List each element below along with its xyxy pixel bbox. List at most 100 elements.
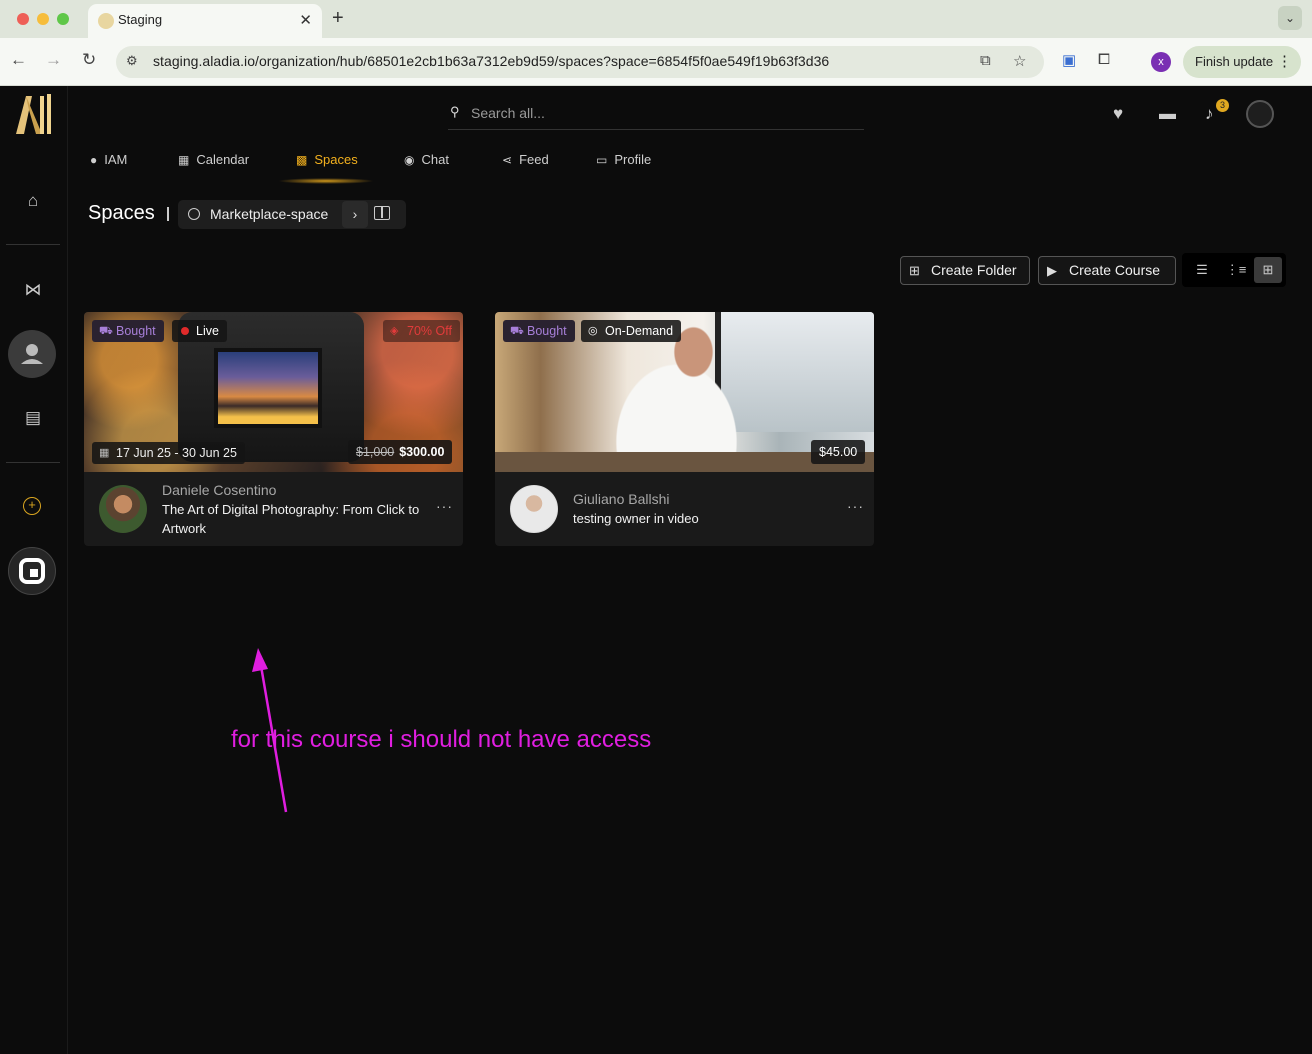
brand-app-icon[interactable] bbox=[8, 547, 56, 595]
tab-calendar[interactable]: ▦ Calendar bbox=[178, 138, 249, 182]
tab-search-button[interactable]: ⌄ bbox=[1278, 6, 1302, 30]
on-demand-badge: ◎ On-Demand bbox=[581, 320, 682, 342]
price-tag: $1,000 $300.00 bbox=[348, 440, 453, 464]
chevron-right-icon[interactable]: › bbox=[342, 201, 368, 228]
extensions-icon[interactable]: ⧠ bbox=[1098, 51, 1110, 68]
back-button[interactable]: ← bbox=[10, 50, 27, 70]
menu-dots-icon: ⋮ bbox=[1277, 53, 1292, 70]
course-title[interactable]: testing owner in video bbox=[573, 509, 841, 528]
more-options-icon[interactable]: ··· bbox=[847, 498, 864, 514]
reload-button[interactable]: ↻ bbox=[82, 50, 96, 70]
owner-name: Giuliano Ballshi bbox=[573, 491, 670, 507]
browser-toolbar: ← → ↻ ⚙ staging.aladia.io/organization/h… bbox=[0, 38, 1312, 86]
badge-label: On-Demand bbox=[605, 324, 674, 338]
address-bar[interactable]: ⚙ staging.aladia.io/organization/hub/685… bbox=[116, 46, 1044, 78]
browser-tab[interactable]: Staging ✕ bbox=[88, 4, 322, 38]
annotation-text: for this course i should not have access bbox=[231, 726, 652, 753]
finish-update-label: Finish update bbox=[1195, 54, 1274, 69]
add-circle-icon[interactable]: + bbox=[23, 497, 41, 515]
discount-badge: ◈ 70% Off bbox=[383, 320, 460, 342]
store-icon[interactable]: ⌂ bbox=[22, 190, 44, 212]
breadcrumb-label[interactable]: Marketplace-space bbox=[210, 206, 328, 222]
tree-view-icon[interactable]: ⋮≡ bbox=[1222, 257, 1250, 283]
tab-label: IAM bbox=[104, 152, 128, 167]
tab-spaces[interactable]: ▩ Spaces bbox=[296, 138, 358, 182]
current-price: $300.00 bbox=[399, 445, 445, 459]
bookmark-star-icon[interactable]: ☆ bbox=[1013, 52, 1026, 70]
active-tab-indicator bbox=[278, 178, 374, 184]
course-thumbnail: ⛟ Bought Live ◈ 70% Off ▦ 17 Jun 25 - 30 Ju… bbox=[84, 312, 463, 472]
user-icon: ● bbox=[90, 153, 98, 167]
tab-label: Calendar bbox=[196, 152, 250, 167]
messages-icon[interactable]: ▬ bbox=[1159, 104, 1176, 124]
space-status-icon bbox=[188, 208, 200, 220]
calendar-icon: ▦ bbox=[99, 447, 110, 459]
course-card[interactable]: ⛟ Bought ◎ On-Demand $45.00 Giuliano Balls… bbox=[495, 312, 874, 546]
brand-g-icon bbox=[19, 558, 45, 584]
title-divider bbox=[167, 207, 169, 221]
owner-avatar[interactable] bbox=[99, 485, 147, 533]
notification-badge: 3 bbox=[1216, 99, 1229, 112]
heart-icon[interactable]: ♥ bbox=[1113, 104, 1123, 124]
profile-avatar[interactable]: x bbox=[1151, 52, 1171, 72]
user-avatar[interactable] bbox=[8, 330, 56, 378]
sidebar-divider bbox=[6, 462, 60, 463]
aladia-logo[interactable] bbox=[12, 90, 56, 138]
tab-label: Profile bbox=[614, 152, 652, 167]
course-thumbnail: ⛟ Bought ◎ On-Demand $45.00 bbox=[495, 312, 874, 472]
search-icon: ⚲ bbox=[450, 104, 460, 119]
new-tab-button[interactable]: + bbox=[332, 7, 344, 30]
close-window-button[interactable] bbox=[17, 13, 29, 25]
panel-toggle-icon[interactable] bbox=[374, 206, 390, 220]
tab-feed[interactable]: ⋖ Feed bbox=[502, 138, 549, 182]
share-icon: ⋖ bbox=[502, 153, 513, 167]
sidebar-divider bbox=[6, 244, 60, 245]
view-toggle: ☰ ⋮≡ ⊞ bbox=[1182, 253, 1286, 287]
tab-profile[interactable]: ▭ Profile bbox=[596, 138, 651, 182]
site-settings-icon[interactable]: ⚙ bbox=[126, 53, 138, 69]
finish-update-button[interactable]: Finish update ⋮ bbox=[1183, 46, 1301, 78]
grid-view-icon[interactable]: ⊞ bbox=[1254, 257, 1282, 283]
create-folder-button[interactable]: ⊞ Create Folder bbox=[900, 256, 1030, 285]
page-title: Spaces bbox=[88, 202, 155, 224]
create-course-label: Create Course bbox=[1069, 262, 1161, 278]
maximize-window-button[interactable] bbox=[57, 13, 69, 25]
tab-iam[interactable]: ● IAM bbox=[90, 138, 127, 182]
owner-avatar[interactable] bbox=[510, 485, 558, 533]
video-plus-icon: ▶ bbox=[1047, 263, 1057, 278]
list-view-icon[interactable]: ☰ bbox=[1188, 257, 1216, 283]
library-icon[interactable]: ▤ bbox=[22, 407, 44, 429]
tab-close-icon[interactable]: ✕ bbox=[299, 11, 312, 29]
play-circle-icon: ◎ bbox=[588, 325, 598, 337]
bell-icon[interactable]: ♪ bbox=[1205, 104, 1214, 124]
more-options-icon[interactable]: ··· bbox=[436, 498, 453, 514]
current-price: $45.00 bbox=[819, 445, 858, 459]
forward-button[interactable]: → bbox=[45, 50, 62, 70]
cart-icon: ⛟ bbox=[510, 325, 524, 337]
share-icon[interactable]: ⋈ bbox=[22, 279, 44, 301]
course-title[interactable]: The Art of Digital Photography: From Cli… bbox=[162, 500, 430, 538]
translate-icon[interactable]: ⧉ bbox=[980, 52, 991, 69]
sidebar: ⌂ ⋈ ▤ + bbox=[0, 86, 68, 1054]
breadcrumb[interactable]: Marketplace-space › bbox=[178, 200, 406, 229]
badge-label: Bought bbox=[527, 324, 567, 338]
live-dot-icon bbox=[181, 327, 189, 335]
badge-label: 70% Off bbox=[407, 324, 452, 338]
tab-chat[interactable]: ◉ Chat bbox=[404, 138, 449, 182]
favicon-icon bbox=[98, 13, 114, 29]
brand-menu-icon[interactable] bbox=[1246, 100, 1274, 128]
badge-label: Live bbox=[196, 324, 219, 338]
create-course-button[interactable]: ▶ Create Course bbox=[1038, 256, 1176, 285]
bought-badge: ⛟ Bought bbox=[503, 320, 575, 342]
devtools-extension-icon[interactable]: ▣ bbox=[1062, 51, 1076, 69]
bought-badge: ⛟ Bought bbox=[92, 320, 164, 342]
spaces-icon: ▩ bbox=[296, 153, 308, 167]
calendar-icon: ▦ bbox=[178, 153, 190, 167]
cart-icon: ⛟ bbox=[99, 325, 113, 337]
course-card[interactable]: ⛟ Bought Live ◈ 70% Off ▦ 17 Jun 25 - 30 Ju… bbox=[84, 312, 463, 546]
url-text[interactable]: staging.aladia.io/organization/hub/68501… bbox=[153, 53, 829, 69]
tab-title: Staging bbox=[118, 12, 163, 27]
search-input[interactable]: ⚲ Search all... bbox=[448, 98, 864, 130]
minimize-window-button[interactable] bbox=[37, 13, 49, 25]
camera-screen-image bbox=[214, 348, 322, 428]
